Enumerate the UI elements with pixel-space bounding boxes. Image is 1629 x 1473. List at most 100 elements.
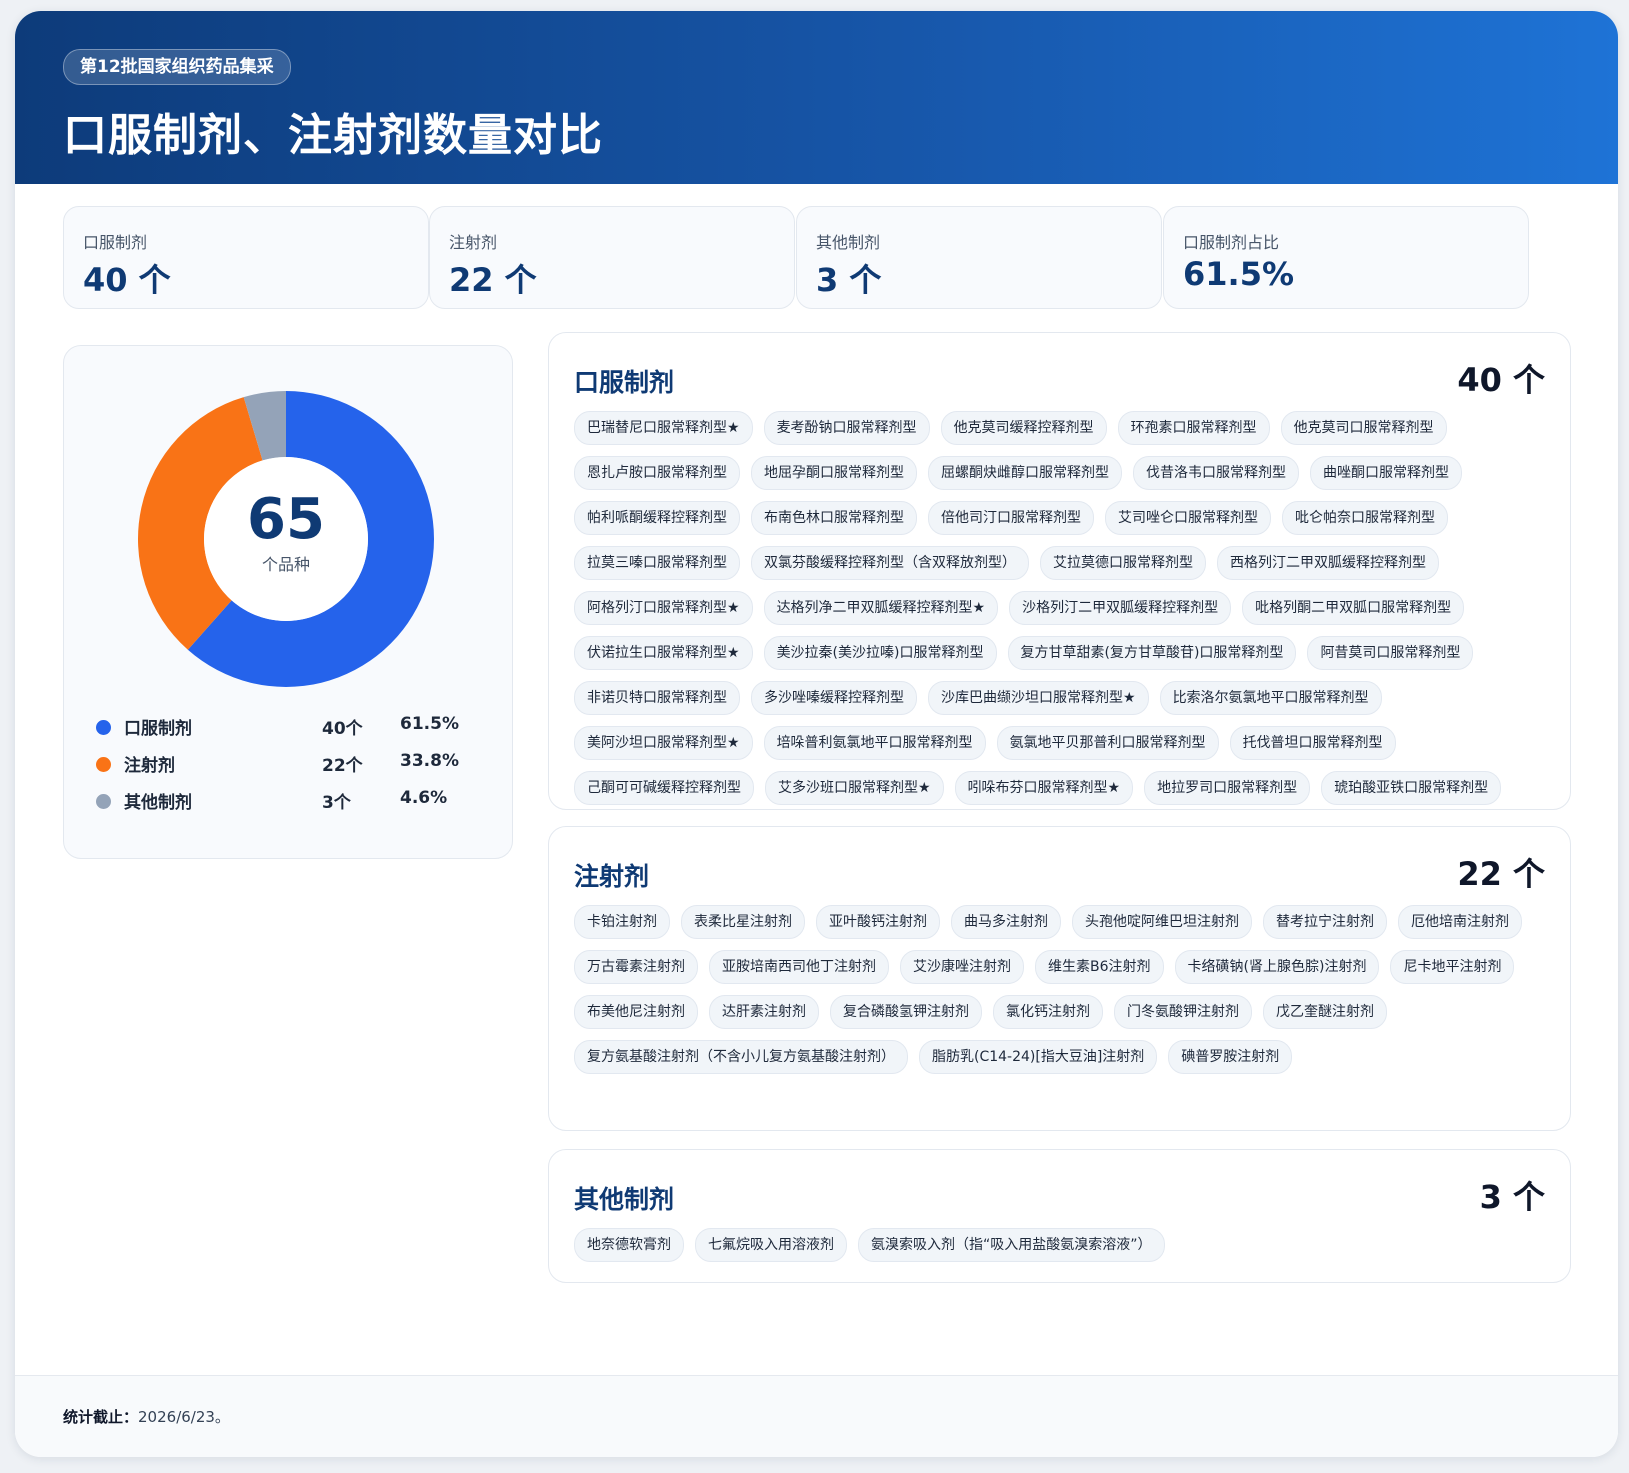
drug-tag: 美沙拉秦(美沙拉嗪)口服常释剂型 (763, 636, 997, 670)
legend-swatch (96, 794, 111, 809)
drug-tag: 达肝素注射剂 (709, 995, 819, 1029)
group-title: 其他制剂 (574, 1185, 675, 1214)
drug-tag: 维生素B6注射剂 (1035, 950, 1164, 984)
header-banner: 第12批国家组织药品集采 口服制剂、注射剂数量对比 (15, 11, 1618, 184)
legend-percent: 33.8% (400, 751, 459, 771)
drug-tag: 门冬氨酸钾注射剂 (1114, 995, 1252, 1029)
stat-label: 口服制剂占比 (1183, 233, 1280, 252)
tag-list: 地奈德软膏剂 七氟烷吸入用溶液剂 氨溴索吸入剂（指“吸入用盐酸氨溴索溶液”） (574, 1228, 1554, 1262)
drug-tag: 氯化钙注射剂 (993, 995, 1103, 1029)
stat-card-other: 其他制剂 3 个 (796, 206, 1162, 309)
drug-tag: 达格列净二甲双胍缓释控释剂型★ (763, 591, 999, 625)
donut-center-label: 个品种 (262, 555, 310, 574)
legend-item-oral: 口服制剂 40个 61.5% (96, 710, 476, 747)
drug-tag: 琥珀酸亚铁口服常释剂型 (1321, 771, 1502, 805)
drug-tag: 卡铂注射剂 (574, 905, 670, 939)
batch-badge: 第12批国家组织药品集采 (63, 49, 291, 85)
legend-swatch (96, 720, 111, 735)
drug-tag: 氨溴索吸入剂（指“吸入用盐酸氨溴索溶液”） (858, 1228, 1165, 1262)
stat-value: 3 个 (816, 261, 882, 299)
group-card-oral: 口服制剂 40 个 巴瑞替尼口服常释剂型★ 麦考酚钠口服常释剂型 他克莫司缓释控释剂… (548, 332, 1571, 810)
drug-tag: 他克莫司缓释控释剂型 (940, 411, 1107, 445)
drug-tag: 拉莫三嗪口服常释剂型 (574, 546, 740, 580)
drug-tag: 非诺贝特口服常释剂型 (574, 681, 740, 715)
legend-label: 口服制剂 (124, 719, 192, 739)
drug-tag: 曲马多注射剂 (951, 905, 1061, 939)
drug-tag: 脂肪乳(C14-24)[指大豆油]注射剂 (919, 1040, 1158, 1074)
group-title: 注射剂 (574, 862, 650, 891)
drug-tag: 表柔比星注射剂 (681, 905, 805, 939)
drug-tag: 美阿沙坦口服常释剂型★ (574, 726, 753, 760)
stat-card-oral: 口服制剂 40 个 (63, 206, 429, 309)
drug-tag: 伏诺拉生口服常释剂型★ (574, 636, 753, 670)
drug-tag: 艾司唑仑口服常释剂型 (1105, 501, 1271, 535)
page-title: 口服制剂、注射剂数量对比 (63, 110, 603, 161)
drug-tag: 万古霉素注射剂 (574, 950, 698, 984)
drug-tag: 多沙唑嗪缓释控释剂型 (751, 681, 917, 715)
drug-tag: 艾拉莫德口服常释剂型 (1040, 546, 1206, 580)
drug-tag: 比索洛尔氨氯地平口服常释剂型 (1159, 681, 1382, 715)
drug-tag: 氨氯地平贝那普利口服常释剂型 (996, 726, 1219, 760)
drug-tag: 环孢素口服常释剂型 (1117, 411, 1270, 445)
drug-tag: 复方甘草甜素(复方甘草酸苷)口服常释剂型 (1007, 636, 1297, 670)
drug-tag: 西格列汀二甲双胍缓释控释剂型 (1217, 546, 1439, 580)
drug-tag: 碘普罗胺注射剂 (1168, 1040, 1293, 1074)
group-card-injection: 注射剂 22 个 卡铂注射剂 表柔比星注射剂 亚叶酸钙注射剂 曲马多注射剂 头孢他啶阿维… (548, 826, 1571, 1131)
drug-tag: 帕利哌酮缓释控释剂型 (574, 501, 740, 535)
legend-swatch (96, 757, 111, 772)
drug-tag: 地拉罗司口服常释剂型 (1144, 771, 1311, 805)
report-card: 第12批国家组织药品集采 口服制剂、注射剂数量对比 口服制剂 40 个 注射剂 … (15, 11, 1618, 1457)
drug-tag: 复合磷酸氢钾注射剂 (830, 995, 982, 1029)
stats-row: 口服制剂 40 个 注射剂 22 个 其他制剂 3 个 口服制剂占比 61.5% (63, 206, 1570, 309)
group-card-other: 其他制剂 3 个 地奈德软膏剂 七氟烷吸入用溶液剂 氨溴索吸入剂（指“吸入用盐酸氨溴… (548, 1149, 1571, 1283)
drug-tag: 己酮可可碱缓释控释剂型 (574, 771, 754, 805)
drug-tag: 麦考酚钠口服常释剂型 (763, 411, 930, 445)
stat-label: 其他制剂 (816, 233, 881, 252)
stat-label: 口服制剂 (83, 233, 148, 252)
donut-center-value: 65 (247, 487, 325, 552)
legend-count: 40个 (322, 719, 363, 739)
group-title: 口服制剂 (574, 368, 675, 397)
drug-tag: 倍他司汀口服常释剂型 (928, 501, 1094, 535)
drug-tag: 培哚普利氨氯地平口服常释剂型 (763, 726, 986, 760)
drug-tag: 亚叶酸钙注射剂 (816, 905, 940, 939)
drug-tag: 双氯芬酸缓释控释剂型（含双释放剂型） (751, 546, 1029, 580)
drug-tag: 吡仑帕奈口服常释剂型 (1282, 501, 1448, 535)
stat-label: 注射剂 (449, 233, 498, 252)
chart-legend: 口服制剂 40个 61.5% 注射剂 22个 33.8% 其他制剂 3个 4.6… (96, 710, 476, 821)
drug-tag: 屈螺酮炔雌醇口服常释剂型 (928, 456, 1122, 490)
drug-tag: 布南色林口服常释剂型 (751, 501, 917, 535)
stat-value: 40 个 (83, 261, 171, 299)
drug-tag: 巴瑞替尼口服常释剂型★ (574, 411, 753, 445)
stat-value: 22 个 (449, 261, 537, 299)
drug-tag: 阿昔莫司口服常释剂型 (1307, 636, 1474, 670)
drug-tag: 艾沙康唑注射剂 (900, 950, 1024, 984)
drug-tag: 厄他培南注射剂 (1398, 905, 1522, 939)
drug-tag: 亚胺培南西司他丁注射剂 (709, 950, 889, 984)
drug-tag: 替考拉宁注射剂 (1263, 905, 1387, 939)
group-count: 40 个 (1457, 361, 1545, 399)
footer-value: 2026/6/23。 (138, 1408, 230, 1426)
legend-item-injection: 注射剂 22个 33.8% (96, 747, 476, 784)
drug-tag: 艾多沙班口服常释剂型★ (765, 771, 944, 805)
drug-tag: 曲唑酮口服常释剂型 (1310, 456, 1462, 490)
stat-card-injection: 注射剂 22 个 (429, 206, 795, 309)
legend-item-other: 其他制剂 3个 4.6% (96, 784, 476, 821)
stat-value: 61.5% (1183, 255, 1295, 293)
drug-tag: 复方氨基酸注射剂（不含小儿复方氨基酸注射剂） (574, 1040, 908, 1074)
drug-tag: 地奈德软膏剂 (574, 1228, 684, 1262)
legend-count: 3个 (322, 793, 351, 813)
donut-chart: 65 个品种 (138, 391, 434, 687)
tag-list: 卡铂注射剂 表柔比星注射剂 亚叶酸钙注射剂 曲马多注射剂 头孢他啶阿维巴坦注射剂 替考拉宁… (574, 905, 1554, 1074)
drug-tag: 阿格列汀口服常释剂型★ (574, 591, 753, 625)
legend-label: 其他制剂 (124, 793, 192, 813)
stat-card-oral-share: 口服制剂占比 61.5% (1163, 206, 1529, 309)
drug-tag: 沙格列汀二甲双胍缓释控释剂型 (1009, 591, 1232, 625)
drug-tag: 恩扎卢胺口服常释剂型 (574, 456, 740, 490)
drug-tag: 七氟烷吸入用溶液剂 (695, 1228, 847, 1262)
drug-tag: 卡络磺钠(肾上腺色腙)注射剂 (1174, 950, 1380, 984)
footer-label: 统计截止： (63, 1408, 139, 1426)
drug-tag: 尼卡地平注射剂 (1390, 950, 1515, 984)
drug-tag: 吡格列酮二甲双胍口服常释剂型 (1242, 591, 1465, 625)
drug-tag: 他克莫司口服常释剂型 (1280, 411, 1447, 445)
